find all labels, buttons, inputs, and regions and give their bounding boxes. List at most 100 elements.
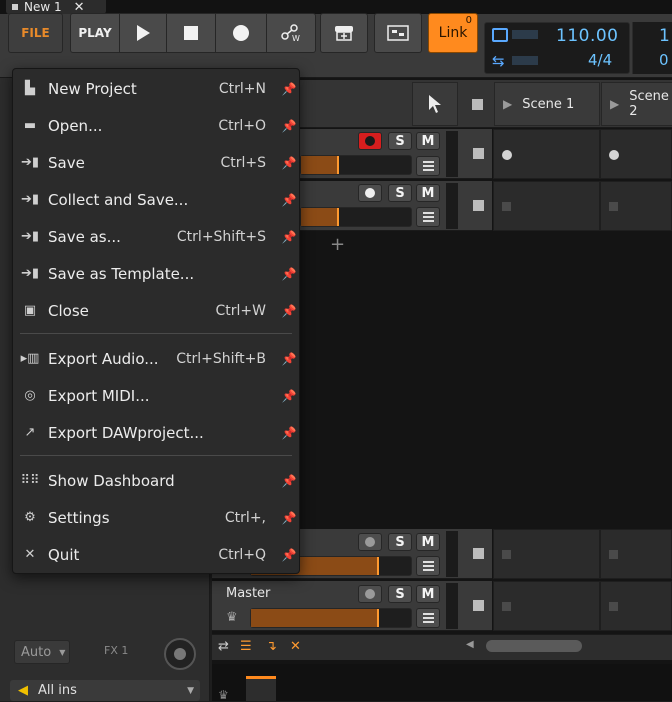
scroll-left-icon[interactable]: ◀ (466, 639, 474, 650)
menu-item-save[interactable]: ➔▮ Save Ctrl+S 📌 (12, 144, 300, 181)
link-peer-count: 0 (465, 15, 472, 26)
add-track-button[interactable]: + (330, 234, 345, 255)
position-bars[interactable]: 1 (659, 26, 670, 46)
horizontal-scrollbar[interactable] (486, 640, 582, 652)
pin-icon[interactable]: 📌 (278, 193, 300, 207)
record-arm-button[interactable] (358, 585, 382, 603)
menu-item-quit[interactable]: ✕ Quit Ctrl+Q 📌 (12, 536, 300, 573)
menu-item-collect-and-save[interactable]: ➔▮ Collect and Save... 📌 (12, 181, 300, 218)
pin-icon[interactable]: 📌 (278, 304, 300, 318)
menu-item-export-audio[interactable]: ▸▥ Export Audio... Ctrl+Shift+B 📌 (12, 340, 300, 377)
time-signature[interactable]: 4/4 (588, 51, 612, 69)
solo-button[interactable]: S (388, 132, 412, 150)
menu-item-export-dawproject[interactable]: ↗ Export DAWproject... 📌 (12, 414, 300, 451)
save-icon: ➔▮ (20, 155, 40, 170)
overdub-icon[interactable]: ☰ (240, 639, 252, 654)
empty-slot-icon (502, 550, 511, 559)
record-button[interactable] (215, 13, 267, 53)
solo-button[interactable]: S (388, 184, 412, 202)
clip-slot[interactable] (493, 129, 600, 179)
pin-icon[interactable]: 📌 (278, 389, 300, 403)
master-track-name: Master (226, 586, 271, 601)
solo-button[interactable]: S (388, 585, 412, 603)
volume-fader[interactable] (300, 155, 412, 175)
link-button[interactable]: Link 0 (428, 13, 478, 53)
pin-icon[interactable]: 📌 (278, 511, 300, 525)
menu-item-settings[interactable]: ⚙ Settings Ctrl+, 📌 (12, 499, 300, 536)
fx-send-knob[interactable] (164, 638, 196, 670)
pin-icon[interactable]: 📌 (278, 82, 300, 96)
volume-fader[interactable] (250, 608, 412, 628)
automation-mode-select[interactable]: Auto ▼ (14, 640, 70, 664)
menu-item-new-project[interactable]: ▙ New Project Ctrl+N 📌 (12, 70, 300, 107)
arrow-down-icon[interactable]: ↴ (266, 639, 277, 654)
clip-slot[interactable] (600, 529, 672, 579)
mute-button[interactable]: M (416, 132, 440, 150)
menu-item-shortcut: Ctrl+Shift+B (176, 350, 266, 367)
clip-slot[interactable] (600, 181, 672, 231)
device-panel-tab[interactable] (246, 676, 276, 701)
pin-icon[interactable]: 📌 (278, 426, 300, 440)
menu-item-export-midi[interactable]: ◎ Export MIDI... 📌 (12, 377, 300, 414)
swap-arrows-icon[interactable]: ⇆ (492, 52, 505, 70)
position-time[interactable]: 0 (659, 51, 669, 69)
pin-icon[interactable]: 📌 (278, 267, 300, 281)
automation-write-button[interactable]: W (266, 13, 316, 53)
pin-icon[interactable]: 📌 (278, 119, 300, 133)
stop-all-clips-button[interactable] (464, 82, 490, 126)
stop-icon (472, 548, 484, 559)
clip-slot[interactable] (493, 581, 600, 631)
volume-fader[interactable] (300, 207, 412, 227)
menu-item-save-as-template[interactable]: ➔▮ Save as Template... 📌 (12, 255, 300, 292)
play-scene-icon[interactable]: ▶ (503, 97, 512, 111)
menu-item-label: Save as... (48, 227, 121, 246)
record-arm-button[interactable] (358, 132, 382, 150)
stop-button[interactable] (166, 13, 216, 53)
pin-icon[interactable]: 📌 (278, 230, 300, 244)
menu-item-save-as[interactable]: ➔▮ Save as... Ctrl+Shift+S 📌 (12, 218, 300, 255)
menu-item-label: Quit (48, 545, 80, 564)
clip-slot[interactable] (493, 529, 600, 579)
record-arm-button[interactable] (358, 533, 382, 551)
pin-icon[interactable]: 📌 (278, 156, 300, 170)
layout-toggle-button[interactable] (374, 13, 422, 53)
mute-button[interactable]: M (416, 585, 440, 603)
clip-stop-button[interactable] (465, 581, 491, 631)
clip-stop-button[interactable] (465, 529, 491, 579)
record-arm-button[interactable] (358, 184, 382, 202)
view-toggle-button[interactable] (320, 13, 368, 53)
menu-item-shortcut: Ctrl+S (220, 154, 266, 171)
menu-item-open[interactable]: ▬ Open... Ctrl+O 📌 (12, 107, 300, 144)
pin-icon[interactable]: 📌 (278, 474, 300, 488)
scene-header[interactable]: ▶ Scene 2 (601, 82, 672, 126)
dashboard-icon: ⠿⠿ (20, 473, 40, 488)
mute-button[interactable]: M (416, 533, 440, 551)
track-menu-button[interactable] (416, 156, 440, 176)
track-menu-button[interactable] (416, 608, 440, 628)
pin-icon[interactable]: 📌 (278, 352, 300, 366)
clip-slot[interactable] (493, 181, 600, 231)
input-select[interactable]: ◀ All ins ▼ (10, 680, 200, 701)
track-menu-button[interactable] (416, 207, 440, 227)
track-menu-button[interactable] (416, 556, 440, 576)
pointer-tool-button[interactable] (412, 82, 458, 126)
play-scene-icon[interactable]: ▶ (610, 97, 619, 111)
menu-item-show-dashboard[interactable]: ⠿⠿ Show Dashboard 📌 (12, 462, 300, 499)
swap-icon[interactable]: ⇄ (218, 639, 229, 654)
record-arm-icon (365, 188, 375, 198)
menu-item-close[interactable]: ▣ Close Ctrl+W 📌 (12, 292, 300, 329)
play-panel-button[interactable]: PLAY (70, 13, 120, 53)
tempo-value[interactable]: 110.00 (556, 26, 618, 46)
file-menu-button[interactable]: FILE (8, 13, 63, 53)
clip-slot[interactable] (600, 581, 672, 631)
close-icon[interactable]: ✕ (290, 639, 301, 654)
clip-slot[interactable] (600, 129, 672, 179)
scene-header[interactable]: ▶ Scene 1 (494, 82, 600, 126)
pin-icon[interactable]: 📌 (278, 548, 300, 562)
play-button[interactable] (119, 13, 167, 53)
clip-stop-button[interactable] (465, 129, 491, 179)
document-tab[interactable]: New 1 ✕ (6, 0, 106, 15)
solo-button[interactable]: S (388, 533, 412, 551)
clip-stop-button[interactable] (465, 181, 491, 231)
mute-button[interactable]: M (416, 184, 440, 202)
